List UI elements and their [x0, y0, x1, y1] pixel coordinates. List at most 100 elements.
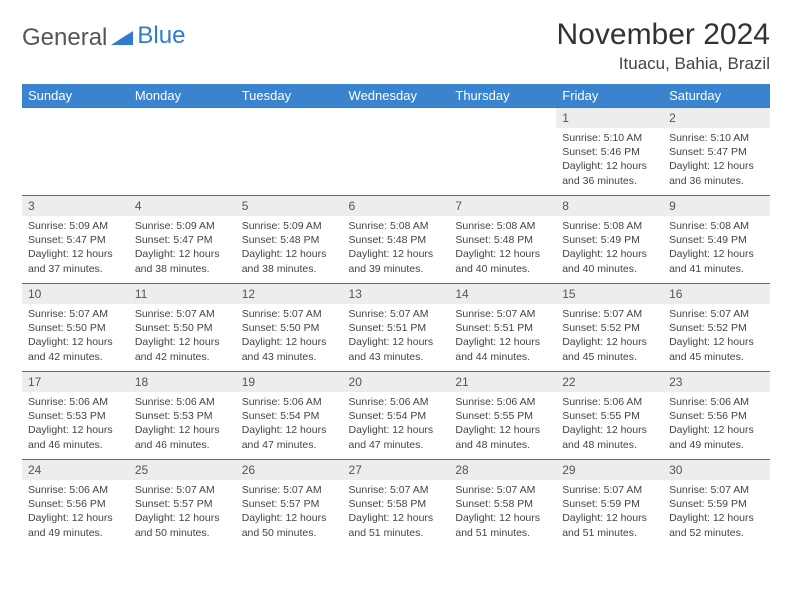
daylight-line: Daylight: 12 hours and 50 minutes. — [135, 511, 230, 539]
sunrise-line: Sunrise: 5:08 AM — [562, 219, 657, 233]
location-label: Ituacu, Bahia, Brazil — [557, 54, 770, 74]
day-body: Sunrise: 5:08 AMSunset: 5:48 PMDaylight:… — [449, 216, 556, 280]
sunset-line: Sunset: 5:49 PM — [562, 233, 657, 247]
daylight-line: Daylight: 12 hours and 36 minutes. — [669, 159, 764, 187]
sunset-line: Sunset: 5:57 PM — [135, 497, 230, 511]
calendar-cell — [22, 108, 129, 196]
sunrise-line: Sunrise: 5:06 AM — [242, 395, 337, 409]
daylight-line: Daylight: 12 hours and 42 minutes. — [28, 335, 123, 363]
daylight-line: Daylight: 12 hours and 51 minutes. — [562, 511, 657, 539]
day-body: Sunrise: 5:06 AMSunset: 5:55 PMDaylight:… — [449, 392, 556, 456]
calendar-cell: 21Sunrise: 5:06 AMSunset: 5:55 PMDayligh… — [449, 372, 556, 460]
sunset-line: Sunset: 5:51 PM — [349, 321, 444, 335]
calendar-cell: 5Sunrise: 5:09 AMSunset: 5:48 PMDaylight… — [236, 196, 343, 284]
day-number: 18 — [129, 372, 236, 392]
day-number: 12 — [236, 284, 343, 304]
day-number: 4 — [129, 196, 236, 216]
day-body: Sunrise: 5:08 AMSunset: 5:49 PMDaylight:… — [556, 216, 663, 280]
day-body: Sunrise: 5:09 AMSunset: 5:48 PMDaylight:… — [236, 216, 343, 280]
day-body: Sunrise: 5:07 AMSunset: 5:52 PMDaylight:… — [556, 304, 663, 368]
calendar-week: 24Sunrise: 5:06 AMSunset: 5:56 PMDayligh… — [22, 460, 770, 548]
sunrise-line: Sunrise: 5:08 AM — [349, 219, 444, 233]
calendar-cell: 29Sunrise: 5:07 AMSunset: 5:59 PMDayligh… — [556, 460, 663, 548]
day-body: Sunrise: 5:07 AMSunset: 5:52 PMDaylight:… — [663, 304, 770, 368]
day-body: Sunrise: 5:09 AMSunset: 5:47 PMDaylight:… — [22, 216, 129, 280]
calendar-cell — [449, 108, 556, 196]
header: General Blue November 2024 Ituacu, Bahia… — [22, 18, 770, 74]
sunrise-line: Sunrise: 5:07 AM — [349, 307, 444, 321]
daylight-line: Daylight: 12 hours and 47 minutes. — [349, 423, 444, 451]
calendar-cell: 20Sunrise: 5:06 AMSunset: 5:54 PMDayligh… — [343, 372, 450, 460]
day-body: Sunrise: 5:09 AMSunset: 5:47 PMDaylight:… — [129, 216, 236, 280]
calendar-cell: 10Sunrise: 5:07 AMSunset: 5:50 PMDayligh… — [22, 284, 129, 372]
sunset-line: Sunset: 5:54 PM — [349, 409, 444, 423]
calendar-cell: 8Sunrise: 5:08 AMSunset: 5:49 PMDaylight… — [556, 196, 663, 284]
sunrise-line: Sunrise: 5:07 AM — [455, 483, 550, 497]
sunrise-line: Sunrise: 5:07 AM — [135, 307, 230, 321]
sunrise-line: Sunrise: 5:07 AM — [28, 307, 123, 321]
daylight-line: Daylight: 12 hours and 40 minutes. — [455, 247, 550, 275]
daylight-line: Daylight: 12 hours and 39 minutes. — [349, 247, 444, 275]
day-number: 13 — [343, 284, 450, 304]
sunrise-line: Sunrise: 5:06 AM — [349, 395, 444, 409]
sunset-line: Sunset: 5:59 PM — [669, 497, 764, 511]
daylight-line: Daylight: 12 hours and 36 minutes. — [562, 159, 657, 187]
sunset-line: Sunset: 5:48 PM — [349, 233, 444, 247]
day-body: Sunrise: 5:07 AMSunset: 5:51 PMDaylight:… — [449, 304, 556, 368]
dow-sunday: Sunday — [22, 84, 129, 108]
daylight-line: Daylight: 12 hours and 38 minutes. — [242, 247, 337, 275]
day-number: 23 — [663, 372, 770, 392]
day-body: Sunrise: 5:10 AMSunset: 5:46 PMDaylight:… — [556, 128, 663, 192]
day-body: Sunrise: 5:07 AMSunset: 5:57 PMDaylight:… — [129, 480, 236, 544]
day-body: Sunrise: 5:06 AMSunset: 5:53 PMDaylight:… — [22, 392, 129, 456]
calendar-cell: 30Sunrise: 5:07 AMSunset: 5:59 PMDayligh… — [663, 460, 770, 548]
sunset-line: Sunset: 5:54 PM — [242, 409, 337, 423]
day-number: 21 — [449, 372, 556, 392]
daylight-line: Daylight: 12 hours and 45 minutes. — [562, 335, 657, 363]
dow-row: Sunday Monday Tuesday Wednesday Thursday… — [22, 84, 770, 108]
logo-triangle-icon — [111, 24, 133, 52]
sunrise-line: Sunrise: 5:07 AM — [562, 483, 657, 497]
day-body: Sunrise: 5:06 AMSunset: 5:56 PMDaylight:… — [663, 392, 770, 456]
daylight-line: Daylight: 12 hours and 50 minutes. — [242, 511, 337, 539]
day-number: 29 — [556, 460, 663, 480]
sunset-line: Sunset: 5:52 PM — [669, 321, 764, 335]
day-number: 14 — [449, 284, 556, 304]
day-body: Sunrise: 5:06 AMSunset: 5:54 PMDaylight:… — [236, 392, 343, 456]
day-body: Sunrise: 5:07 AMSunset: 5:50 PMDaylight:… — [22, 304, 129, 368]
calendar-cell: 13Sunrise: 5:07 AMSunset: 5:51 PMDayligh… — [343, 284, 450, 372]
sunset-line: Sunset: 5:56 PM — [28, 497, 123, 511]
sunset-line: Sunset: 5:56 PM — [669, 409, 764, 423]
day-number: 1 — [556, 108, 663, 128]
calendar-cell: 3Sunrise: 5:09 AMSunset: 5:47 PMDaylight… — [22, 196, 129, 284]
day-body: Sunrise: 5:07 AMSunset: 5:59 PMDaylight:… — [556, 480, 663, 544]
brand-logo: General Blue — [22, 18, 185, 52]
day-body: Sunrise: 5:06 AMSunset: 5:54 PMDaylight:… — [343, 392, 450, 456]
sunset-line: Sunset: 5:46 PM — [562, 145, 657, 159]
sunset-line: Sunset: 5:53 PM — [135, 409, 230, 423]
day-body: Sunrise: 5:07 AMSunset: 5:50 PMDaylight:… — [129, 304, 236, 368]
day-body: Sunrise: 5:07 AMSunset: 5:59 PMDaylight:… — [663, 480, 770, 544]
daylight-line: Daylight: 12 hours and 41 minutes. — [669, 247, 764, 275]
sunrise-line: Sunrise: 5:06 AM — [455, 395, 550, 409]
day-number: 16 — [663, 284, 770, 304]
brand-part1: General — [22, 24, 107, 52]
sunrise-line: Sunrise: 5:08 AM — [669, 219, 764, 233]
day-body: Sunrise: 5:08 AMSunset: 5:48 PMDaylight:… — [343, 216, 450, 280]
calendar-cell: 26Sunrise: 5:07 AMSunset: 5:57 PMDayligh… — [236, 460, 343, 548]
day-body: Sunrise: 5:07 AMSunset: 5:50 PMDaylight:… — [236, 304, 343, 368]
title-block: November 2024 Ituacu, Bahia, Brazil — [557, 18, 770, 74]
sunrise-line: Sunrise: 5:07 AM — [242, 483, 337, 497]
daylight-line: Daylight: 12 hours and 45 minutes. — [669, 335, 764, 363]
day-number: 8 — [556, 196, 663, 216]
calendar-cell — [343, 108, 450, 196]
sunrise-line: Sunrise: 5:06 AM — [28, 395, 123, 409]
daylight-line: Daylight: 12 hours and 37 minutes. — [28, 247, 123, 275]
day-body: Sunrise: 5:06 AMSunset: 5:55 PMDaylight:… — [556, 392, 663, 456]
day-number: 25 — [129, 460, 236, 480]
day-number: 6 — [343, 196, 450, 216]
sunset-line: Sunset: 5:50 PM — [28, 321, 123, 335]
calendar-grid: Sunday Monday Tuesday Wednesday Thursday… — [22, 84, 770, 548]
calendar-cell — [236, 108, 343, 196]
day-number: 9 — [663, 196, 770, 216]
